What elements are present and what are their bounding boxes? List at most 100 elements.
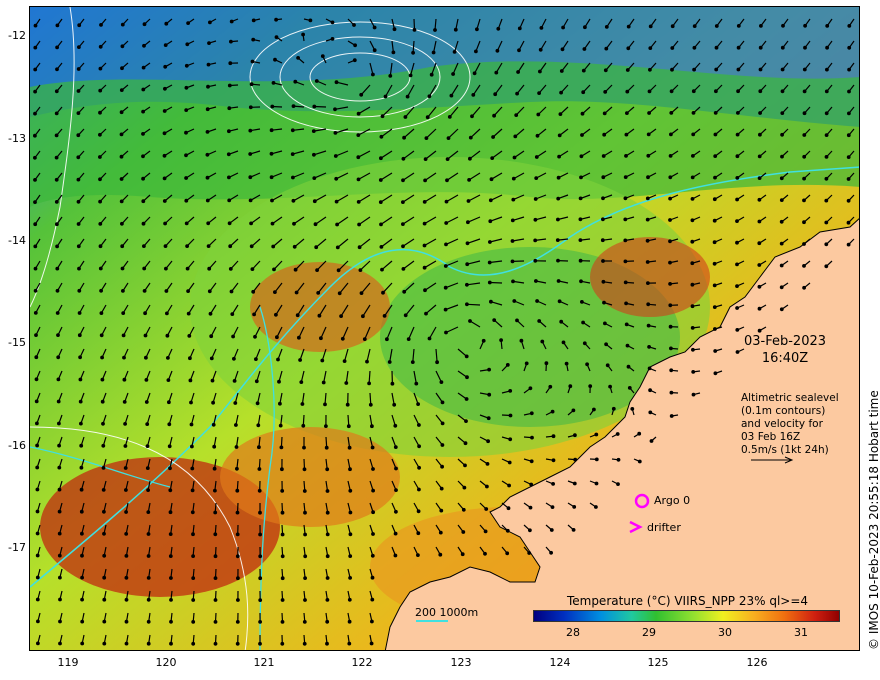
- velocity-arrow-head: [334, 199, 339, 204]
- velocity-arrow-head: [76, 133, 81, 138]
- velocity-arrow-head: [647, 345, 651, 349]
- note-line: and velocity for: [741, 418, 823, 430]
- velocity-arrow-head: [57, 531, 62, 536]
- velocity-arrow-head: [55, 67, 59, 72]
- velocity-arrow-head: [511, 176, 516, 181]
- velocity-arrow-head: [146, 554, 151, 558]
- velocity-arrow-head: [439, 508, 444, 513]
- velocity-arrow-head: [370, 553, 375, 558]
- velocity-arrow-head: [79, 487, 84, 492]
- velocity-arrow-head: [494, 70, 499, 75]
- velocity-arrow-head: [495, 48, 500, 53]
- velocity-arrow-head: [735, 175, 740, 180]
- velocity-arrow-head: [271, 80, 276, 85]
- velocity-arrow-head: [324, 424, 328, 429]
- velocity-arrow-head: [691, 392, 696, 397]
- velocity-arrow-head: [300, 402, 305, 406]
- velocity-arrow-head: [824, 264, 829, 269]
- velocity-arrow-head: [625, 89, 630, 94]
- lat-tick: -14: [8, 234, 26, 247]
- velocity-arrow-head: [847, 111, 851, 116]
- velocity-arrow-head: [623, 217, 628, 222]
- velocity-arrow-head: [76, 67, 81, 71]
- velocity-arrow-head: [280, 532, 285, 537]
- velocity-arrow-head: [646, 132, 651, 137]
- velocity-arrow-head: [251, 18, 256, 23]
- velocity-arrow-head: [77, 311, 82, 315]
- velocity-arrow-head: [508, 413, 513, 418]
- velocity-arrow-head: [714, 67, 719, 72]
- velocity-arrow-head: [303, 510, 307, 515]
- velocity-arrow-head: [248, 128, 253, 133]
- velocity-arrow-head: [712, 240, 717, 245]
- velocity-arrow-head: [690, 261, 695, 266]
- velocity-arrow-head: [162, 199, 167, 203]
- velocity-arrow-head: [143, 355, 148, 360]
- velocity-arrow-head: [168, 532, 173, 536]
- velocity-arrow-head: [824, 176, 829, 181]
- velocity-arrow-head: [98, 66, 103, 71]
- velocity-arrow-head: [505, 528, 510, 533]
- velocity-arrow-head: [714, 89, 718, 94]
- velocity-arrow-head: [205, 107, 210, 112]
- velocity-arrow-head: [302, 467, 307, 472]
- velocity-arrow-head: [205, 152, 210, 157]
- lon-tick: 122: [351, 656, 373, 669]
- velocity-arrow-head: [56, 333, 60, 338]
- velocity-arrow-head: [208, 311, 213, 316]
- velocity-arrow-head: [603, 321, 607, 326]
- velocity-arrow-head: [540, 339, 545, 344]
- velocity-arrow-head: [190, 510, 195, 515]
- velocity-arrow-head: [408, 73, 413, 78]
- velocity-arrow-head: [616, 457, 621, 462]
- velocity-arrow-head: [235, 510, 240, 515]
- velocity-arrow-head: [280, 576, 285, 581]
- velocity-arrow-head: [803, 45, 807, 50]
- velocity-arrow-head: [510, 259, 515, 264]
- velocity-arrow-head: [209, 356, 214, 361]
- colorbar: [533, 610, 840, 622]
- velocity-arrow-head: [712, 218, 717, 223]
- velocity-arrow-head: [438, 552, 443, 557]
- velocity-arrow-head: [603, 89, 608, 94]
- velocity-arrow-head: [97, 132, 102, 137]
- velocity-arrow-head: [357, 245, 362, 250]
- velocity-arrow-head: [713, 175, 717, 180]
- velocity-arrow-head: [253, 357, 258, 362]
- velocity-arrow-head: [303, 598, 307, 602]
- velocity-arrow-head: [583, 25, 587, 30]
- velocity-arrow-head: [691, 89, 696, 94]
- note-line: (0.1m contours): [741, 405, 826, 417]
- velocity-arrow-head: [302, 445, 306, 450]
- velocity-arrow-head: [325, 467, 330, 472]
- velocity-arrow-head: [824, 154, 829, 159]
- velocity-arrow-head: [123, 488, 128, 492]
- velocity-arrow-head: [325, 489, 330, 493]
- velocity-arrow-head: [228, 244, 233, 249]
- velocity-arrow-head: [101, 443, 106, 448]
- velocity-arrow-head: [669, 414, 674, 418]
- velocity-arrow-head: [78, 355, 82, 360]
- velocity-arrow-head: [579, 279, 583, 284]
- velocity-arrow-head: [515, 91, 520, 96]
- lon-tick: 120: [155, 656, 177, 669]
- velocity-arrow-head: [57, 509, 62, 514]
- velocity-arrow-head: [735, 262, 739, 267]
- velocity-arrow-head: [691, 347, 695, 352]
- velocity-arrow-head: [394, 509, 398, 514]
- velocity-arrow-head: [517, 26, 522, 31]
- velocity-arrow-head: [325, 641, 329, 646]
- velocity-arrow-head: [615, 432, 620, 436]
- velocity-arrow-head: [187, 356, 192, 361]
- velocity-arrow-head: [33, 288, 38, 293]
- velocity-arrow-head: [97, 155, 102, 159]
- velocity-arrow-head: [206, 244, 211, 249]
- drifter-label: drifter: [647, 521, 681, 534]
- velocity-arrow-head: [57, 553, 62, 558]
- velocity-arrow-head: [847, 67, 851, 72]
- velocity-arrow-head: [605, 363, 610, 368]
- velocity-arrow-head: [54, 199, 59, 204]
- velocity-arrow-head: [825, 24, 830, 28]
- velocity-arrow-head: [390, 381, 395, 386]
- velocity-arrow-head: [367, 381, 372, 386]
